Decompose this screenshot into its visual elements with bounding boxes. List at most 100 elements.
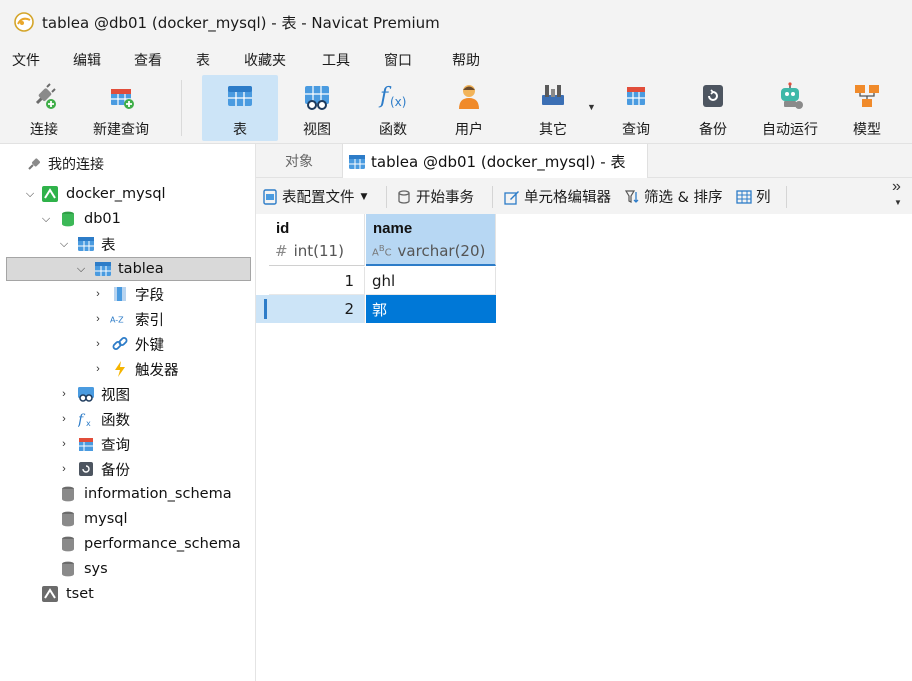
view-icon: [305, 86, 329, 110]
chevron-right-icon[interactable]: ›: [92, 313, 104, 325]
menu-tools[interactable]: 工具: [322, 50, 350, 70]
chevron-right-icon[interactable]: ›: [92, 363, 104, 375]
tree-queries[interactable]: › 查询: [6, 432, 251, 456]
chevron-down-icon[interactable]: ⌵: [75, 263, 87, 275]
svg-text:(x): (x): [390, 95, 406, 109]
cell-editor-button[interactable]: 单元格编辑器: [504, 186, 611, 207]
transaction-icon: [398, 189, 410, 204]
chevron-right-icon[interactable]: ›: [58, 463, 70, 475]
table-cell-name[interactable]: ghl: [366, 267, 496, 295]
row-indicator-selected[interactable]: [256, 295, 269, 323]
chevron-right-icon[interactable]: ›: [58, 438, 70, 450]
table-button[interactable]: 表: [202, 75, 278, 141]
tree-database-mysql[interactable]: mysql: [6, 507, 251, 531]
chevron-down-icon[interactable]: ⌵: [40, 213, 52, 225]
database-icon: [62, 211, 74, 227]
svg-text:x: x: [86, 419, 91, 427]
columns-button[interactable]: 列: [736, 186, 771, 207]
table-cell-name-selected[interactable]: 郭: [366, 295, 496, 323]
tree-views[interactable]: › 视图: [6, 382, 251, 406]
menu-file[interactable]: 文件: [12, 50, 40, 70]
tree-indexes[interactable]: › A-Z 索引: [6, 307, 251, 331]
dropdown-arrow-icon: ▼: [360, 191, 368, 202]
tree-database-sys[interactable]: sys: [6, 557, 251, 581]
menu-table[interactable]: 表: [196, 50, 210, 70]
table-icon: [228, 86, 252, 106]
numeric-type-icon: #: [275, 242, 288, 260]
view-button[interactable]: 视图: [288, 75, 346, 141]
tree-triggers[interactable]: › 触发器: [6, 357, 251, 381]
begin-transaction-button[interactable]: 开始事务: [396, 186, 474, 207]
tab-tablea[interactable]: tablea @db01 (docker_mysql) - 表: [342, 144, 648, 179]
tree-functions[interactable]: › f x 函数: [6, 407, 251, 431]
tree-backups[interactable]: › 备份: [6, 457, 251, 481]
svg-text:f: f: [78, 412, 86, 427]
tree-fields[interactable]: › 字段: [6, 282, 251, 306]
menu-window[interactable]: 窗口: [384, 50, 412, 70]
menu-view[interactable]: 查看: [134, 50, 162, 70]
mysql-connection-icon: [42, 586, 58, 602]
column-header-name[interactable]: name ABC varchar(20): [366, 214, 496, 266]
database-icon: [62, 536, 74, 552]
index-icon: A-Z: [110, 316, 124, 325]
other-dropdown-arrow[interactable]: ▼: [587, 102, 596, 112]
menu-bar: 文件 编辑 查看 表 收藏夹 工具 窗口 帮助: [0, 44, 912, 72]
chevron-down-icon[interactable]: ⌵: [58, 238, 70, 250]
my-connections-header[interactable]: 我的连接: [26, 154, 104, 174]
tree-database-db01[interactable]: ⌵ db01: [6, 207, 251, 231]
tree-connection-docker-mysql[interactable]: ⌵ docker_mysql: [6, 182, 251, 206]
filter-icon: [624, 189, 639, 203]
backup-button[interactable]: 备份: [688, 75, 738, 141]
chevron-right-icon[interactable]: ›: [92, 288, 104, 300]
divider: [786, 186, 787, 208]
profile-icon: [263, 188, 277, 205]
main-toolbar: 连接 新建查询 表 视图 f (x) 函数 用户 其它 ▼ 查询 备份 自动运行…: [0, 72, 912, 144]
database-icon: [62, 486, 74, 502]
text-type-icon: ABC: [372, 243, 392, 259]
query-button[interactable]: 查询: [608, 75, 664, 141]
column-header-id[interactable]: id # int(11): [269, 214, 365, 266]
lightning-icon: [115, 361, 125, 377]
chevron-right-icon[interactable]: ›: [58, 388, 70, 400]
tree-connection-tset[interactable]: tset: [6, 582, 251, 606]
window-title: tablea @db01 (docker_mysql) - 表 - Navica…: [42, 13, 440, 32]
backup-icon: [703, 85, 723, 107]
row-indicator[interactable]: [256, 267, 269, 295]
chevron-right-icon[interactable]: ›: [58, 413, 70, 425]
tree-table-tablea[interactable]: ⌵ tablea: [6, 257, 251, 281]
user-icon: [459, 85, 479, 109]
query-icon: [627, 87, 645, 105]
tree-database-information-schema[interactable]: information_schema: [6, 482, 251, 506]
query-icon: [79, 438, 93, 451]
connect-button[interactable]: 连接: [14, 75, 74, 141]
other-button[interactable]: 其它: [524, 75, 582, 141]
menu-favorites[interactable]: 收藏夹: [244, 50, 286, 70]
tree-database-performance-schema[interactable]: performance_schema: [6, 532, 251, 556]
auto-run-button[interactable]: 自动运行: [756, 75, 824, 141]
new-query-icon: [111, 89, 134, 109]
function-button[interactable]: f (x) 函数: [366, 75, 420, 141]
chevron-right-icon[interactable]: ›: [92, 338, 104, 350]
table-toolbar: 表配置文件 ▼ 开始事务 单元格编辑器 筛选 & 排序 列 » ▼: [256, 178, 912, 214]
function-icon: f (x): [378, 84, 406, 109]
fields-icon: [114, 287, 126, 301]
filter-sort-button[interactable]: 筛选 & 排序: [624, 186, 723, 207]
table-cell-id[interactable]: 2: [269, 295, 365, 323]
menu-help[interactable]: 帮助: [452, 50, 480, 70]
chevron-down-icon[interactable]: ⌵: [24, 188, 36, 200]
overflow-dropdown-icon[interactable]: ▼: [894, 198, 902, 207]
more-tools-button[interactable]: »: [892, 178, 901, 196]
menu-edit[interactable]: 编辑: [73, 50, 101, 70]
tree-foreign-keys[interactable]: › 外键: [6, 332, 251, 356]
model-button[interactable]: 模型: [842, 75, 892, 141]
backup-icon: [79, 462, 93, 476]
table-profile-button[interactable]: 表配置文件 ▼: [262, 186, 367, 207]
svg-text:A-Z: A-Z: [110, 316, 124, 325]
table-cell-id[interactable]: 1: [269, 267, 365, 295]
user-button[interactable]: 用户: [444, 75, 494, 141]
table-icon: [349, 154, 365, 169]
tab-objects[interactable]: 对象: [256, 144, 342, 178]
plug-icon: [28, 158, 40, 170]
new-query-button[interactable]: 新建查询: [88, 75, 154, 141]
tree-tables-group[interactable]: ⌵ 表: [6, 232, 251, 256]
